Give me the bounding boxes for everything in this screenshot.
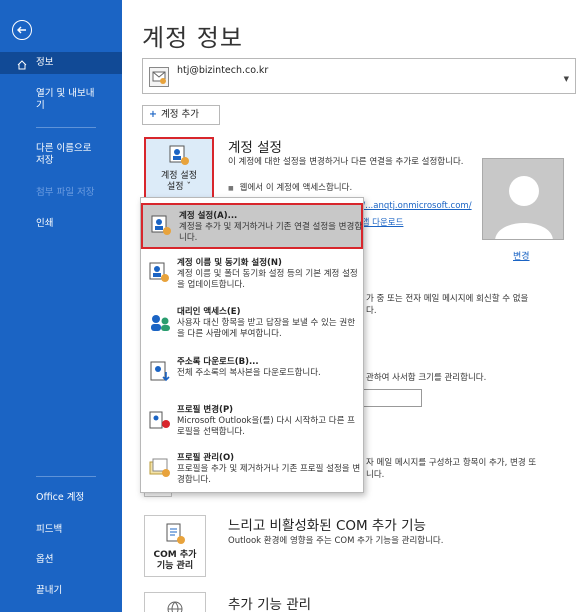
sidebar-item-label: 옵션: [36, 554, 54, 565]
com-tile-label-1: COM 추가: [153, 550, 197, 560]
add-account-label: 계정 추가: [160, 109, 199, 120]
menu-item-title: 주소록 다운로드(B)...: [177, 357, 259, 367]
chevron-down-icon: ▼: [563, 75, 569, 83]
mailbox-desc: 관하여 사서함 크기를 관리합니다.: [366, 373, 487, 383]
menu-item-manage-profiles[interactable]: 프로필 관리(O) 프로필을 추가 및 제거하거나 기존 프로필 설정을 변경합…: [141, 447, 363, 493]
change-profile-icon: [149, 411, 170, 429]
com-addins-icon: [166, 523, 185, 544]
rules-desc: 자 메일 메시지를 구성하고 항목이 추가, 변경 또: [366, 458, 537, 468]
address-book-download-icon: [150, 361, 170, 382]
manage-addins-heading: 추가 기능 관리: [228, 597, 312, 612]
menu-item-change-profile[interactable]: 프로필 변경(P) Microsoft Outlook을(를) 다시 시작하고 …: [141, 399, 363, 445]
account-settings-icon: [169, 145, 189, 165]
home-icon: [17, 60, 27, 70]
menu-item-title: 계정 설정(A)...: [179, 211, 238, 221]
menu-item-title: 프로필 관리(O): [177, 453, 235, 463]
account-selector[interactable]: htj@bizintech.co.kr ▼: [142, 58, 576, 94]
sidebar-item-label: 끝내기: [36, 585, 63, 596]
account-settings-heading: 계정 설정: [228, 140, 282, 156]
menu-item-desc: 계정 이름 및 폴더 동기화 설정 등의 기본 계정 설정을 업데이트합니다.: [177, 269, 358, 290]
sidebar-item-label: Office 계정: [36, 492, 85, 503]
sidebar-item-label: 첨부 파일 저장: [36, 187, 95, 198]
sidebar-item-label: 인쇄: [36, 218, 54, 229]
sidebar-item-label: 다른 이름으로 저장: [36, 143, 92, 166]
account-settings-desc: 이 계정에 대한 설정을 변경하거나 다른 연결을 추가로 설정합니다.: [228, 157, 464, 167]
out-of-office-desc-2: 다.: [366, 306, 377, 316]
menu-item-delegate-access[interactable]: 대리인 액세스(E) 사용자 대신 항목을 받고 답장을 보낼 수 있는 권한을…: [141, 301, 363, 349]
manage-addins-button[interactable]: [144, 592, 206, 612]
settings-tile-sub: 설정 ˇ: [167, 182, 191, 192]
avatar: [482, 158, 564, 240]
bullet-icon: ■: [228, 185, 234, 192]
menu-item-desc: Microsoft Outlook을(를) 다시 시작하고 다른 프로필을 선택…: [177, 416, 355, 437]
sidebar-item-label: 정보: [36, 57, 54, 68]
page-title: 계정 정보: [142, 24, 243, 52]
sidebar-item-print[interactable]: 인쇄: [0, 218, 122, 232]
settings-tile-label: 계정 설정: [161, 171, 197, 181]
add-account-button[interactable]: + 계정 추가: [142, 105, 220, 125]
sidebar-item-info[interactable]: 정보: [0, 52, 122, 74]
sidebar-item-feedback[interactable]: 피드백: [0, 524, 122, 538]
account-settings-icon: [151, 215, 171, 235]
com-addins-desc: Outlook 환경에 영향을 주는 COM 추가 기능을 관리합니다.: [228, 536, 444, 546]
sidebar-item-label: 열기 및 내보내기: [36, 88, 95, 111]
com-addins-button[interactable]: COM 추가 기능 관리: [144, 515, 206, 577]
account-name-icon: [149, 262, 169, 282]
menu-item-address-book-download[interactable]: 주소록 다운로드(B)... 전체 주소록의 복사본을 다운로드합니다.: [141, 351, 363, 397]
account-settings-button[interactable]: 계정 설정 설정 ˇ: [144, 137, 214, 199]
menu-item-desc: 전체 주소록의 복사본을 다운로드합니다.: [177, 368, 321, 378]
menu-item-desc: 계정을 추가 및 제거하거나 기존 연결 설정을 변경합니다.: [179, 222, 363, 243]
account-email: htj@bizintech.co.kr: [177, 65, 269, 76]
sidebar-item-open-export[interactable]: 열기 및 내보내기: [0, 88, 122, 114]
menu-item-title: 프로필 변경(P): [177, 405, 234, 415]
account-settings-menu: 계정 설정(A)... 계정을 추가 및 제거하거나 기존 연결 설정을 변경합…: [140, 197, 364, 493]
plus-icon: +: [149, 109, 157, 120]
com-addins-heading: 느리고 비활성화된 COM 추가 기능: [228, 518, 426, 534]
sidebar-divider: [36, 127, 96, 128]
globe-icon: [167, 601, 183, 612]
account-icon: [149, 67, 169, 87]
web-access-text: 웹에서 이 계정에 액세스합니다.: [239, 183, 353, 193]
sidebar-item-options[interactable]: 옵션: [0, 554, 122, 568]
delegate-people-icon: [151, 315, 170, 331]
menu-item-desc: 프로필을 추가 및 제거하거나 기존 프로필 설정을 변경합니다.: [177, 464, 361, 485]
out-of-office-desc: 가 중 또는 전자 메일 메시지에 회신할 수 없을: [366, 294, 529, 304]
menu-item-account-settings[interactable]: 계정 설정(A)... 계정을 추가 및 제거하거나 기존 연결 설정을 변경합…: [141, 203, 363, 249]
sidebar-item-exit[interactable]: 끝내기: [0, 585, 122, 599]
change-photo-link[interactable]: 변경: [513, 249, 530, 262]
menu-item-desc: 사용자 대신 항목을 받고 답장을 보낼 수 있는 권한을 다른 사람에게 부여…: [177, 318, 356, 339]
sidebar-item-office-account[interactable]: Office 계정: [0, 492, 122, 506]
sidebar-item-save-as[interactable]: 다른 이름으로 저장: [0, 143, 122, 169]
web-access-line: ■ 웹에서 이 계정에 액세스합니다.: [228, 183, 352, 194]
sidebar-divider: [36, 476, 96, 477]
backstage-sidebar: 정보 열기 및 내보내기 다른 이름으로 저장 첨부 파일 저장 인쇄 Offi…: [0, 0, 122, 612]
sidebar-item-label: 피드백: [36, 524, 63, 535]
mailbox-size-bar: [362, 389, 422, 407]
menu-item-name-sync[interactable]: 계정 이름 및 동기화 설정(N) 계정 이름 및 폴더 동기화 설정 등의 기…: [141, 252, 363, 298]
menu-item-title: 대리인 액세스(E): [177, 307, 241, 317]
manage-profiles-icon: [149, 458, 170, 477]
sidebar-item-save-attachments[interactable]: 첨부 파일 저장: [0, 187, 122, 201]
rules-desc-2: 니다.: [366, 470, 385, 480]
menu-item-title: 계정 이름 및 동기화 설정(N): [177, 258, 282, 268]
com-tile-label-2: 기능 관리: [156, 561, 194, 571]
back-arrow-icon[interactable]: [12, 20, 32, 40]
web-link[interactable]: m/...anqtj.onmicrosoft.com/: [354, 201, 472, 212]
